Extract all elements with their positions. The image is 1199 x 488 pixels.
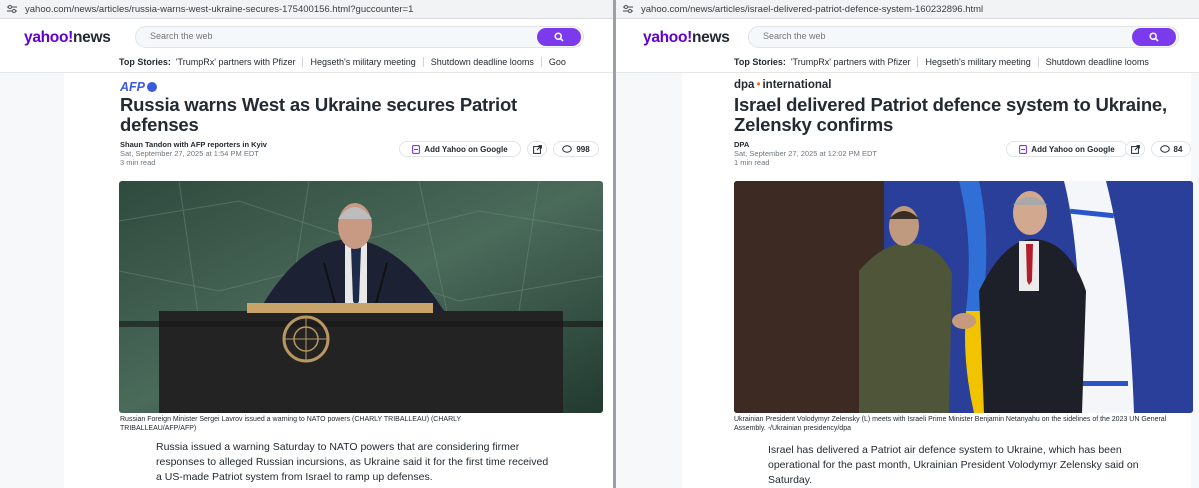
comment-icon <box>562 145 573 153</box>
search-icon <box>1149 32 1159 42</box>
logo-yahoo-text: yahoo! <box>643 29 693 46</box>
search-input[interactable] <box>150 31 350 41</box>
right-browser-panel: yahoo.com/news/articles/israel-delivered… <box>616 0 1199 488</box>
comment-count: 84 <box>1173 144 1183 154</box>
top-stories-bar: Top Stories: 'TrumpRx' partners with Pfi… <box>734 57 1156 67</box>
url-text[interactable]: yahoo.com/news/articles/russia-warns-wes… <box>25 4 413 15</box>
read-time: 1 min read <box>734 158 770 167</box>
article-body-paragraph: Russia issued a warning Saturday to NATO… <box>156 441 549 483</box>
add-yahoo-on-google-button[interactable]: Add Yahoo on Google <box>399 141 521 157</box>
yahoo-header: yahoo!news Top Stories: 'TrumpRx' partne… <box>616 19 1199 73</box>
address-bar[interactable]: yahoo.com/news/articles/russia-warns-wes… <box>0 0 613 19</box>
dpa-logo-text: dpa <box>734 79 755 91</box>
top-story-link[interactable]: Shutdown deadline looms <box>1037 57 1156 67</box>
article-date: Sat, September 27, 2025 at 1:54 PM EDT <box>120 149 259 158</box>
afp-logo-dot <box>147 82 157 92</box>
photo-caption: Ukrainian President Volodymyr Zelensky (… <box>734 416 1167 432</box>
search-input[interactable] <box>763 31 963 41</box>
top-story-link[interactable]: Hegseth's military meeting <box>917 57 1037 67</box>
logo-news-text: news <box>692 29 730 46</box>
site-settings-icon[interactable] <box>621 2 635 16</box>
top-story-link[interactable]: Goo <box>540 57 573 67</box>
dpa-logo-dot: • <box>756 79 761 91</box>
top-stories-bar: Top Stories: 'TrumpRx' partners with Pfi… <box>119 57 573 67</box>
dpa-international-text: international <box>762 79 832 91</box>
logo-yahoo-text: yahoo! <box>24 29 74 46</box>
article-photo-zelensky-netanyahu <box>734 181 1193 413</box>
address-bar[interactable]: yahoo.com/news/articles/israel-delivered… <box>616 0 1199 19</box>
search-button[interactable] <box>1132 28 1176 46</box>
afp-source-logo[interactable]: AFP <box>120 80 157 94</box>
yahoo-header: yahoo!news Top Stories: 'TrumpRx' partne… <box>0 19 613 73</box>
article-byline[interactable]: DPA <box>734 140 749 149</box>
site-settings-icon[interactable] <box>5 2 19 16</box>
top-stories-label: Top Stories: <box>734 57 786 67</box>
read-time: 3 min read <box>120 158 156 167</box>
article-body-paragraph: Israel has delivered a Patriot air defen… <box>768 444 1139 486</box>
afp-logo-text: AFP <box>120 80 145 94</box>
url-text[interactable]: yahoo.com/news/articles/israel-delivered… <box>641 4 983 15</box>
top-story-link[interactable]: Hegseth's military meeting <box>302 57 422 67</box>
search-box <box>135 26 584 48</box>
top-stories-label: Top Stories: <box>119 57 171 67</box>
share-button[interactable] <box>527 141 547 157</box>
search-icon <box>554 32 564 42</box>
share-icon <box>1130 144 1140 154</box>
logo-news-text: news <box>73 29 111 46</box>
top-story-link[interactable]: 'TrumpRx' partners with Pfizer <box>791 57 918 67</box>
search-box <box>748 26 1179 48</box>
left-browser-panel: yahoo.com/news/articles/russia-warns-wes… <box>0 0 613 488</box>
left-gutter <box>0 73 64 488</box>
left-gutter <box>616 73 682 488</box>
share-icon <box>532 144 542 154</box>
top-story-link[interactable]: Shutdown deadline looms <box>422 57 541 67</box>
article-date: Sat, September 27, 2025 at 12:02 PM EDT <box>734 149 877 158</box>
comments-button[interactable]: 998 <box>553 141 599 157</box>
comment-icon <box>1159 145 1170 153</box>
add-yahoo-on-google-button[interactable]: Add Yahoo on Google <box>1006 141 1128 157</box>
yahoo-news-logo[interactable]: yahoo!news <box>24 29 111 47</box>
dpa-source-logo[interactable]: dpa • international <box>734 79 832 91</box>
add-yahoo-label: Add Yahoo on Google <box>424 144 508 154</box>
top-story-link[interactable]: 'TrumpRx' partners with Pfizer <box>176 57 303 67</box>
google-add-icon <box>412 144 421 154</box>
share-button[interactable] <box>1125 141 1145 157</box>
article-byline[interactable]: Shaun Tandon with AFP reporters in Kyiv <box>120 140 267 149</box>
article-photo-lavrov <box>119 181 603 413</box>
article-headline: Israel delivered Patriot defence system … <box>734 94 1167 135</box>
search-button[interactable] <box>537 28 581 46</box>
add-yahoo-label: Add Yahoo on Google <box>1031 144 1115 154</box>
photo-caption: Russian Foreign Minister Sergei Lavrov i… <box>120 416 462 432</box>
google-add-icon <box>1019 144 1028 154</box>
article-headline: Russia warns West as Ukraine secures Pat… <box>120 94 518 135</box>
comment-count: 998 <box>576 144 590 154</box>
comments-button[interactable]: 84 <box>1151 141 1191 157</box>
yahoo-news-logo[interactable]: yahoo!news <box>643 29 730 47</box>
